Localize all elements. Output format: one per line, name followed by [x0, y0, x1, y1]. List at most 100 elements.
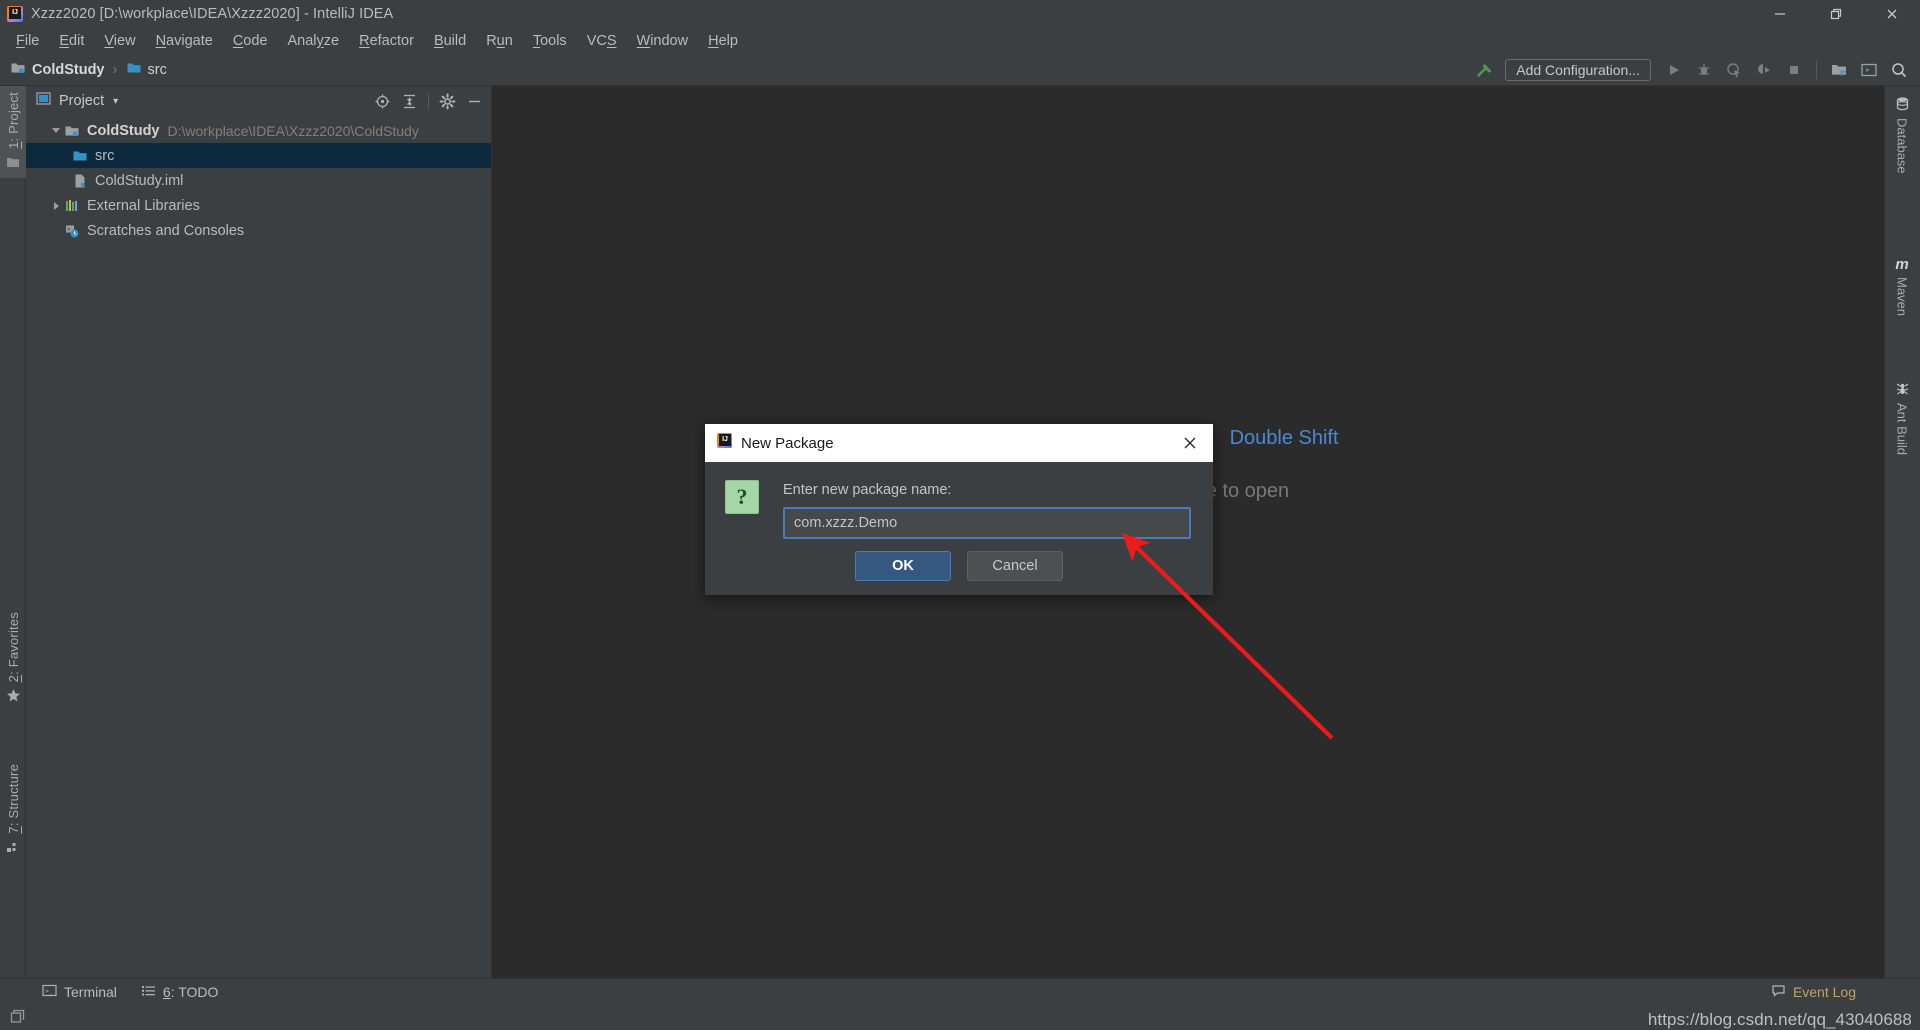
search-icon[interactable] — [1886, 58, 1912, 82]
maximize-icon[interactable] — [1808, 0, 1864, 28]
tree-node-coldstudy-iml[interactable]: ColdStudy.iml — [26, 168, 491, 193]
bottom-tab-terminal[interactable]: >_ Terminal — [30, 983, 129, 1001]
tree-node-label: ColdStudy.iml — [95, 172, 184, 189]
package-name-input[interactable] — [783, 507, 1191, 539]
terminal-icon[interactable] — [1856, 58, 1882, 82]
menu-help[interactable]: Help — [698, 31, 748, 51]
run-configuration-selector[interactable]: Add Configuration... — [1505, 59, 1651, 81]
project-icon — [6, 155, 20, 172]
sidebar-tab-label: 1: Project — [5, 92, 21, 149]
database-icon — [1895, 96, 1910, 114]
menu-window[interactable]: Window — [627, 31, 699, 51]
status-bar: https://blog.csdn.net/qq_43040688 — [0, 1004, 1920, 1030]
libraries-icon — [64, 198, 82, 214]
menu-code[interactable]: Code — [223, 31, 278, 51]
navigation-bar: ColdStudy › src Add Configuration... — [0, 54, 1920, 86]
source-folder-icon — [126, 60, 142, 80]
run-with-coverage-icon[interactable] — [1721, 58, 1747, 82]
tree-node-coldstudy[interactable]: ColdStudy D:\workplace\IDEA\Xzzz2020\Col… — [26, 118, 491, 143]
run-icon[interactable] — [1661, 58, 1687, 82]
menu-refactor[interactable]: Refactor — [349, 31, 424, 51]
project-panel-toolbar — [374, 86, 483, 116]
locate-target-icon[interactable] — [374, 93, 391, 110]
menu-analyze[interactable]: Analyze — [278, 31, 350, 51]
package-name-label: Enter new package name: — [783, 482, 952, 498]
cancel-button[interactable]: Cancel — [967, 551, 1063, 581]
sidebar-tab-ant-build[interactable]: Ant Build — [1884, 381, 1920, 455]
svg-text:>_: >_ — [45, 986, 53, 994]
breadcrumb-item-coldstudy[interactable]: ColdStudy — [10, 60, 105, 80]
module-folder-icon — [64, 123, 82, 139]
source-folder-icon — [72, 148, 90, 164]
menu-navigate[interactable]: Navigate — [146, 31, 223, 51]
left-tool-window-strip: 1: Project 2: Favorites 7: Structure — [0, 86, 26, 994]
project-panel-title: Project — [59, 93, 105, 109]
breadcrumb-item-src[interactable]: src — [126, 60, 167, 80]
layout-icon[interactable] — [0, 1009, 27, 1026]
stop-icon[interactable] — [1781, 58, 1807, 82]
debug-icon[interactable] — [1691, 58, 1717, 82]
sidebar-tab-project[interactable]: 1: Project — [0, 86, 26, 178]
structure-icon — [6, 840, 20, 857]
menu-bar: File Edit View Navigate Code Analyze Ref… — [0, 28, 1920, 54]
new-package-dialog[interactable]: New Package ? Enter new package name: OK… — [705, 424, 1213, 595]
bottom-tab-label: 6: TODO — [162, 983, 219, 1000]
sidebar-tab-maven[interactable]: m Maven — [1884, 256, 1920, 316]
menu-edit[interactable]: Edit — [49, 31, 94, 51]
menu-vcs[interactable]: VCS — [577, 31, 627, 51]
window-title: Xzzz2020 [D:\workplace\IDEA\Xzzz2020] - … — [31, 6, 394, 22]
star-icon — [6, 688, 21, 706]
question-glyph: ? — [736, 484, 748, 509]
menu-build[interactable]: Build — [424, 31, 476, 51]
tree-node-label: src — [95, 147, 115, 164]
expander-chevron-icon[interactable] — [48, 201, 64, 210]
intellij-idea-icon — [717, 433, 732, 453]
menu-file[interactable]: File — [6, 31, 49, 51]
dialog-titlebar: New Package — [705, 424, 1213, 462]
watermark-url: https://blog.csdn.net/qq_43040688 — [1647, 1010, 1912, 1029]
toolbar-divider — [1816, 61, 1817, 79]
todo-list-icon — [141, 983, 156, 1001]
sidebar-tab-structure[interactable]: 7: Structure — [0, 758, 26, 863]
collapse-all-icon[interactable] — [401, 93, 418, 110]
sidebar-tab-label: 2: Favorites — [5, 612, 21, 683]
tree-node-external-libraries[interactable]: External Libraries — [26, 193, 491, 218]
sidebar-tab-label: Maven — [1894, 277, 1910, 317]
event-log-icon — [1771, 983, 1786, 1001]
profile-icon[interactable] — [1751, 58, 1777, 82]
tree-node-scratches-and-consoles[interactable]: >_ Scratches and Consoles — [26, 218, 491, 243]
minimize-icon[interactable] — [1752, 0, 1808, 28]
event-log-label: Event Log — [1792, 983, 1856, 1000]
sidebar-tab-label: 7: Structure — [5, 764, 21, 834]
expander-chevron-icon[interactable] — [48, 128, 64, 133]
bottom-tab-label: Terminal — [64, 983, 117, 1000]
build-hammer-icon[interactable] — [1471, 58, 1497, 82]
menu-view[interactable]: View — [94, 31, 145, 51]
window-titlebar: Xzzz2020 [D:\workplace\IDEA\Xzzz2020] - … — [0, 0, 1920, 28]
sidebar-tab-favorites[interactable]: 2: Favorites — [0, 606, 26, 712]
event-log-button[interactable]: Event Log — [1759, 983, 1868, 1001]
close-icon[interactable] — [1864, 0, 1920, 28]
project-structure-icon[interactable] — [1826, 58, 1852, 82]
intellij-idea-window: Xzzz2020 [D:\workplace\IDEA\Xzzz2020] - … — [0, 0, 1920, 1030]
ant-icon — [1895, 381, 1910, 399]
sidebar-tab-database[interactable]: Database — [1884, 96, 1920, 174]
run-configuration-label: Add Configuration... — [1516, 62, 1640, 78]
gear-icon[interactable] — [439, 93, 456, 110]
close-icon[interactable] — [1167, 424, 1213, 462]
breadcrumb: ColdStudy › src — [0, 60, 167, 80]
hide-icon[interactable] — [466, 93, 483, 110]
intellij-idea-icon — [7, 6, 23, 22]
ok-button[interactable]: OK — [855, 551, 951, 581]
chevron-down-icon[interactable]: ▾ — [113, 96, 118, 107]
breadcrumb-separator: › — [112, 61, 118, 78]
menu-run[interactable]: Run — [476, 31, 523, 51]
sidebar-tab-label: Ant Build — [1894, 403, 1910, 456]
bottom-tab-todo[interactable]: 6: TODO — [129, 983, 231, 1001]
tree-node-label: Scratches and Consoles — [87, 222, 245, 239]
tree-node-src[interactable]: src — [26, 143, 491, 168]
menu-tools[interactable]: Tools — [523, 31, 577, 51]
sidebar-tab-label: Database — [1894, 118, 1910, 174]
dialog-title: New Package — [741, 434, 834, 452]
search-everywhere-shortcut: Double Shift — [1229, 427, 1339, 449]
